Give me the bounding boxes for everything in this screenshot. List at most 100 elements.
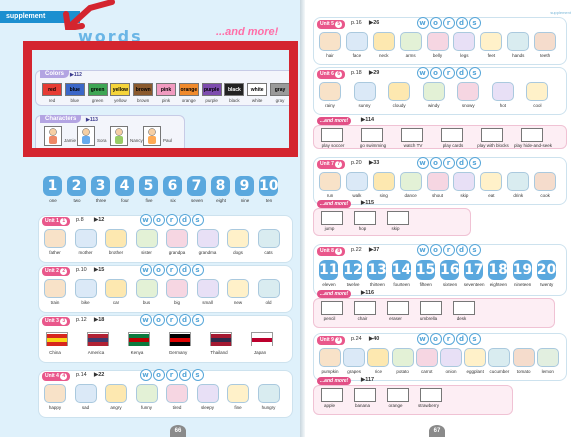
unit-badge: Unit 5 5 <box>317 20 346 29</box>
more-caption: orange <box>388 403 403 408</box>
more-picture <box>354 388 376 402</box>
number-bubble: 5 <box>139 176 158 196</box>
unit-audio-track[interactable]: ▶37 <box>369 247 379 253</box>
vocab-picture <box>135 279 158 298</box>
more-picture <box>420 301 442 315</box>
more-caption: eraser <box>389 316 402 321</box>
vocab-caption: tired <box>172 405 182 410</box>
more-caption: desk <box>456 316 467 321</box>
flag-icon <box>251 332 273 346</box>
unit-badge: Unit 6 6 <box>317 70 346 79</box>
vocab-caption: grandma <box>198 250 217 255</box>
vocab-picture <box>345 172 368 191</box>
unit-audio-track[interactable]: ▶12 <box>94 217 104 223</box>
unit-page-ref: p.12 <box>76 317 87 323</box>
more-caption: play hide-and-seek <box>513 143 553 148</box>
vocab-caption: teeth <box>540 53 551 58</box>
unit-badge: Unit 2 2 <box>42 267 71 276</box>
more-audio-track[interactable]: ▶115 <box>361 200 374 206</box>
vocab-picture <box>345 32 368 51</box>
vocab-caption: skip <box>460 193 469 198</box>
more-audio-track[interactable]: ▶116 <box>361 290 374 296</box>
vocab-caption: drink <box>513 193 524 198</box>
unit-audio-track[interactable]: ▶40 <box>369 336 379 342</box>
vocab-picture <box>196 384 219 403</box>
unit-audio-track[interactable]: ▶15 <box>94 267 104 273</box>
number-bubble: 6 <box>163 176 182 196</box>
unit-badge: Unit 4 4 <box>42 372 71 381</box>
vocab-picture <box>319 82 341 101</box>
number-bubble: 1 <box>43 176 62 196</box>
words-logo: words <box>140 369 205 381</box>
unit-audio-track[interactable]: ▶33 <box>369 160 379 166</box>
unit-number: 9 <box>335 337 343 344</box>
unit-badge: Unit 7 7 <box>317 160 346 169</box>
vocab-picture <box>399 32 422 51</box>
vocab-caption: Thailand <box>210 350 228 355</box>
more-caption: jump <box>324 226 335 231</box>
more-caption: strawberry <box>417 403 439 408</box>
vocab-picture <box>367 348 390 367</box>
vocab-picture <box>319 32 341 51</box>
unit-audio-track[interactable]: ▶29 <box>369 70 379 76</box>
vocab-caption: old <box>265 300 272 305</box>
vocab-picture <box>507 32 530 51</box>
more-picture <box>481 128 503 142</box>
vocab-caption: neck <box>379 53 389 58</box>
unit-label: Unit 4 <box>45 373 59 379</box>
vocab-caption: sister <box>141 250 152 255</box>
vocab-picture <box>196 229 219 248</box>
vocab-caption: mother <box>78 250 93 255</box>
unit-page-ref: p.20 <box>351 160 362 166</box>
more-picture <box>387 388 409 402</box>
unit-label: Unit 7 <box>320 161 334 167</box>
unit-number: 4 <box>60 373 68 380</box>
unit-page-ref: p.8 <box>76 217 84 223</box>
vocab-caption: new <box>233 300 243 305</box>
vocab-caption: run <box>326 193 334 198</box>
vocab-caption: funny <box>140 405 152 410</box>
vocab-caption: eat <box>488 193 495 198</box>
vocab-caption: big <box>173 300 180 305</box>
vocab-caption: car <box>112 300 120 305</box>
vocab-picture <box>343 348 366 367</box>
vocab-picture <box>227 384 249 403</box>
flag-icon <box>210 332 232 346</box>
vocab-picture <box>491 82 514 101</box>
vocab-caption: hot <box>499 103 506 108</box>
unit-audio-track[interactable]: ▶18 <box>94 317 104 323</box>
more-audio-track[interactable]: ▶117 <box>361 377 374 383</box>
more-caption: hop <box>358 226 367 231</box>
vocab-caption: dance <box>404 193 417 198</box>
vocab-picture <box>534 172 557 191</box>
vocab-picture <box>105 384 127 403</box>
unit-number: 6 <box>335 71 343 78</box>
unit-audio-track[interactable]: ▶22 <box>94 372 104 378</box>
flag-icon <box>128 332 150 346</box>
vocab-picture <box>488 348 511 367</box>
more-picture <box>387 301 409 315</box>
number-bubble: 16 <box>440 260 460 280</box>
unit-number: 7 <box>335 161 343 168</box>
vocab-picture <box>399 172 422 191</box>
unit-badge: Unit 8 8 <box>317 247 346 256</box>
vocab-picture <box>480 172 503 191</box>
unit-page-ref: p.18 <box>351 70 362 76</box>
number-bubble: 8 <box>211 176 230 196</box>
more-caption: play cards <box>442 143 464 148</box>
words-logo: words <box>417 157 482 169</box>
vocab-picture <box>453 32 476 51</box>
more-caption: skip <box>391 226 400 231</box>
unit-audio-track[interactable]: ▶26 <box>369 20 379 26</box>
more-picture <box>387 211 409 225</box>
more-audio-track[interactable]: ▶114 <box>361 117 374 123</box>
flag-icon <box>87 332 109 346</box>
number-bubble: 20 <box>536 260 557 280</box>
vocab-picture <box>507 172 530 191</box>
and-more-badge: ...and more! <box>317 290 352 298</box>
vocab-caption: sleepy <box>200 405 214 410</box>
page-number-left: 66 <box>170 425 186 437</box>
unit-label: Unit 2 <box>45 268 59 274</box>
more-caption: pencil <box>323 316 336 321</box>
unit-page-ref: p.24 <box>351 336 362 342</box>
